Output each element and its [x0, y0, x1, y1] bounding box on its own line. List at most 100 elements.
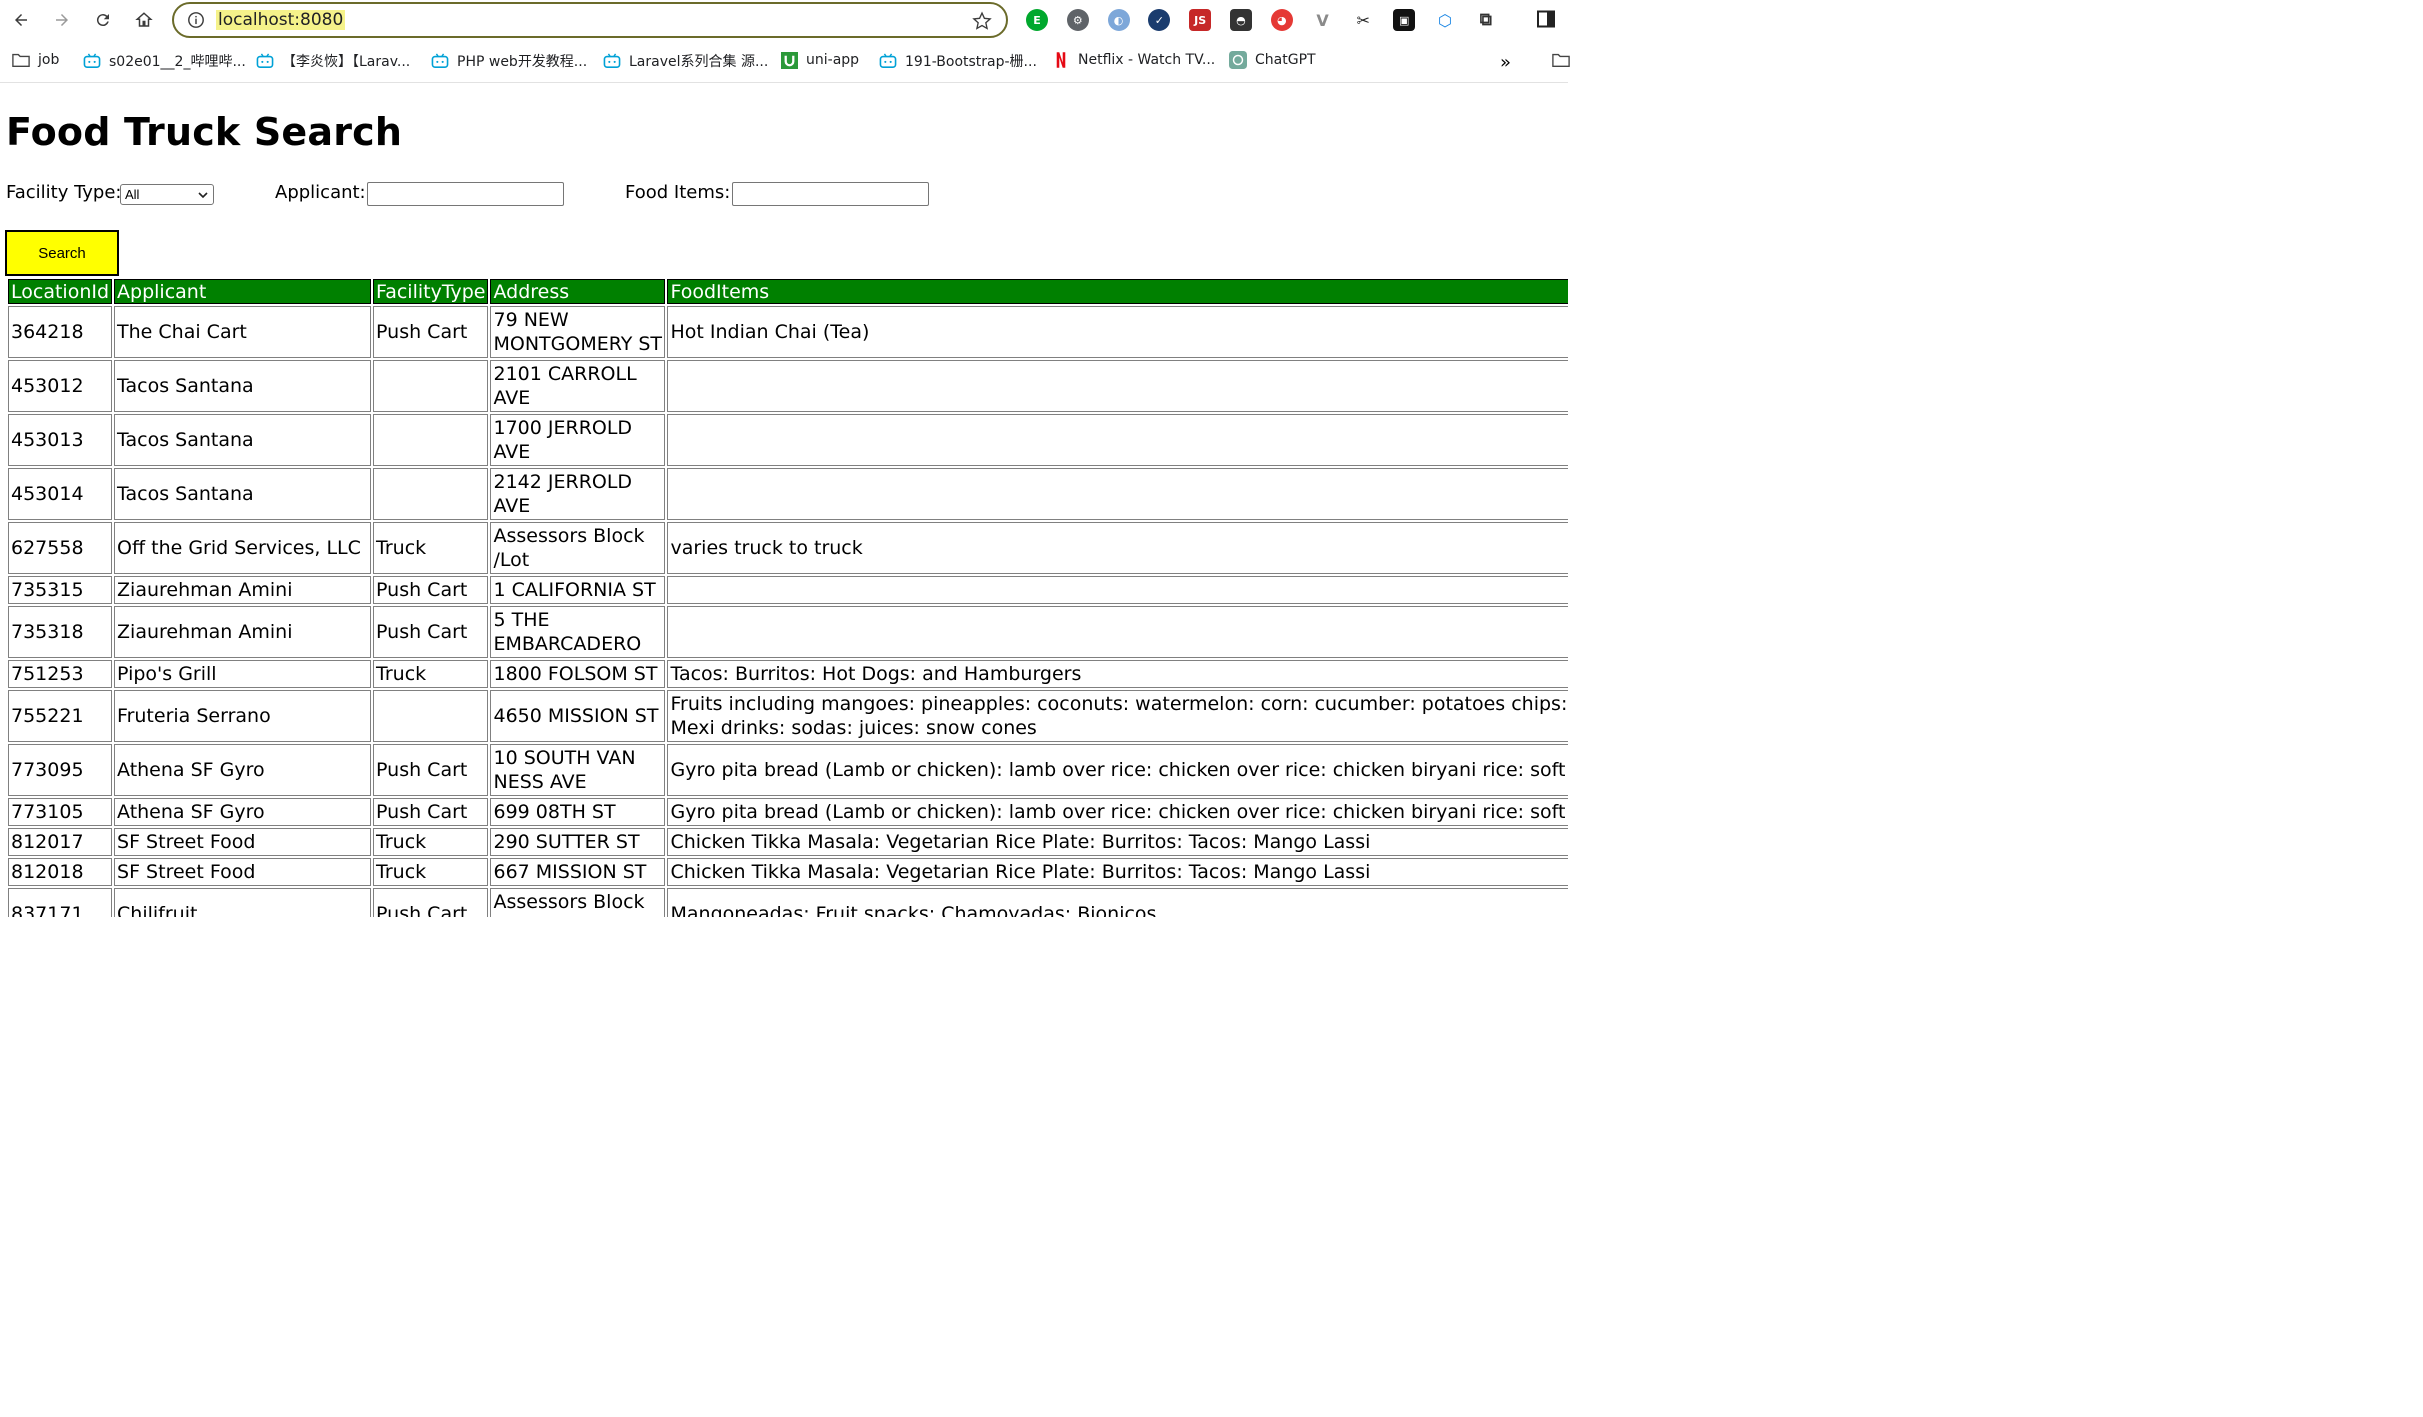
cell-applicant: Fruteria Serrano [114, 690, 372, 742]
facility-type-label: Facility Type: [6, 182, 122, 203]
table-row: 453014 Tacos Santana 2142 JERROLD AVE [8, 468, 1568, 520]
incognito-extension-icon[interactable]: ◓ [1229, 9, 1252, 31]
bilibili-icon [431, 52, 449, 70]
check-extension-icon[interactable]: ✓ [1148, 9, 1171, 31]
cell-locationid: 755221 [8, 690, 113, 742]
cell-address: 79 NEW MONTGOMERY ST [490, 306, 666, 358]
cell-applicant: SF Street Food [114, 828, 372, 856]
table-row: 453013 Tacos Santana 1700 JERROLD AVE [8, 414, 1568, 466]
cell-facilitytype: Push Cart [373, 306, 489, 358]
uniapp-icon [780, 51, 798, 69]
bookmark-chatgpt[interactable]: ChatGPT [1229, 51, 1316, 69]
cell-facilitytype: Push Cart [373, 798, 489, 826]
table-row: 453012 Tacos Santana 2101 CARROLL AVE [8, 360, 1568, 412]
home-button[interactable] [129, 5, 159, 35]
cell-locationid: 453014 [8, 468, 113, 520]
facility-type-select[interactable]: All [120, 184, 214, 205]
tampermonkey-extension-icon[interactable]: ◕ [1270, 9, 1293, 31]
evernote-icon[interactable]: E [1026, 9, 1048, 31]
url-text[interactable]: localhost:8080 [216, 10, 346, 30]
other-bookmarks-folder-icon[interactable] [1552, 52, 1570, 70]
settings-extension-icon[interactable]: ⚙ [1066, 9, 1089, 31]
column-header-locationid: LocationId [8, 279, 113, 304]
cell-fooditems: Mangoneadas: Fruit snacks: Chamoyadas: B… [667, 888, 1568, 917]
cell-locationid: 735318 [8, 606, 113, 658]
table-row: 364218 The Chai Cart Push Cart 79 NEW MONTG… [8, 306, 1568, 358]
folder-icon [12, 51, 30, 69]
address-bar[interactable]: localhost:8080 [172, 2, 1008, 38]
extensions-bar: E ⚙ ◐ ✓ JS ◓ ◕ V ✂ ▣ ⬡ ⧉ [1026, 7, 1516, 33]
extensions-puzzle-icon[interactable]: ⧉ [1474, 9, 1497, 31]
cell-applicant: Tacos Santana [114, 360, 372, 412]
cell-fooditems: Gyro pita bread (Lamb or chicken): lamb … [667, 744, 1568, 796]
cell-facilitytype: Truck [373, 828, 489, 856]
results-table: LocationId Applicant FacilityType Addres… [6, 277, 1568, 917]
table-row: 812017 SF Street Food Truck 290 SUTTER ST Ch… [8, 828, 1568, 856]
reload-icon [96, 14, 109, 27]
bookmark-label: s02e01__2_哔哩哔... [109, 54, 246, 70]
cell-address: Assessors Block /Lot [490, 522, 666, 574]
forward-arrow-icon [56, 14, 68, 26]
column-header-applicant: Applicant [114, 279, 372, 304]
cell-fooditems [667, 468, 1568, 520]
cell-fooditems [667, 414, 1568, 466]
cell-address: 699 08TH ST [490, 798, 666, 826]
bookmark-job[interactable]: job [12, 51, 59, 69]
cell-address: 1700 JERROLD AVE [490, 414, 666, 466]
cell-facilitytype [373, 690, 489, 742]
scissors-extension-icon[interactable]: ✂ [1352, 9, 1375, 31]
bookmark-uni-app[interactable]: uni-app [780, 51, 859, 69]
side-panel-icon[interactable] [1536, 9, 1556, 29]
forward-button[interactable] [47, 5, 77, 35]
tab-extension-icon[interactable]: ▣ [1393, 9, 1416, 31]
bookmark-bilibili-2[interactable]: 【李炎恢】【Larav... [256, 51, 410, 71]
cell-locationid: 364218 [8, 306, 113, 358]
table-row: 837171 Chilifruit Push Cart Assessors Block… [8, 888, 1568, 917]
bookmark-bilibili-3[interactable]: PHP web开发教程... [431, 51, 587, 71]
cell-facilitytype: Push Cart [373, 888, 489, 917]
cell-fooditems [667, 576, 1568, 604]
cell-fooditems: Chicken Tikka Masala: Vegetarian Rice Pl… [667, 858, 1568, 886]
cube-extension-icon[interactable]: ⬡ [1433, 9, 1456, 31]
food-items-input[interactable] [732, 182, 929, 206]
cell-locationid: 453012 [8, 360, 113, 412]
cell-applicant: Athena SF Gyro [114, 798, 372, 826]
cell-facilitytype: Truck [373, 858, 489, 886]
cell-facilitytype [373, 360, 489, 412]
cell-fooditems: Tacos: Burritos: Hot Dogs: and Hamburger… [667, 660, 1568, 688]
bookmarks-bar: job s02e01__2_哔哩哔... 【李炎恢】【Larav... PHP … [0, 40, 1570, 83]
cell-facilitytype: Push Cart [373, 606, 489, 658]
cell-address: 4650 MISSION ST [490, 690, 666, 742]
bookmark-label: Laravel系列合集 源... [629, 54, 769, 70]
table-row: 627558 Off the Grid Services, LLC Truck Ass… [8, 522, 1568, 574]
table-row: 751253 Pipo's Grill Truck 1800 FOLSOM ST Tac… [8, 660, 1568, 688]
applicant-input[interactable] [367, 182, 564, 206]
reload-button[interactable] [88, 5, 118, 35]
js-extension-icon[interactable]: JS [1189, 9, 1212, 31]
search-button[interactable]: Search [5, 230, 119, 276]
column-header-address: Address [490, 279, 666, 304]
results-body: 364218 The Chai Cart Push Cart 79 NEW MONTG… [8, 306, 1568, 917]
bookmarks-overflow-button[interactable]: » [1500, 52, 1511, 73]
bookmark-label: job [38, 52, 60, 68]
netflix-icon [1052, 51, 1070, 69]
vue-devtools-icon[interactable]: V [1311, 9, 1334, 31]
cell-address: Assessors Block /Lot [490, 888, 666, 917]
back-arrow-icon [15, 14, 27, 26]
table-row: 773105 Athena SF Gyro Push Cart 699 08TH ST… [8, 798, 1568, 826]
cell-facilitytype: Push Cart [373, 576, 489, 604]
back-button[interactable] [6, 5, 36, 35]
table-row: 773095 Athena SF Gyro Push Cart 10 SOUTH VA… [8, 744, 1568, 796]
cell-locationid: 751253 [8, 660, 113, 688]
bookmark-netflix[interactable]: Netflix - Watch TV... [1052, 51, 1215, 69]
bookmark-star-icon[interactable] [972, 11, 992, 31]
page-title: Food Truck Search [6, 110, 403, 154]
bookmark-bilibili-4[interactable]: Laravel系列合集 源... [603, 51, 768, 71]
site-info-icon[interactable] [186, 10, 206, 30]
translate-extension-icon[interactable]: ◐ [1107, 9, 1130, 31]
bookmark-bilibili-5[interactable]: 191-Bootstrap-栅... [879, 51, 1037, 71]
cell-fooditems [667, 360, 1568, 412]
cell-locationid: 627558 [8, 522, 113, 574]
bookmark-bilibili-1[interactable]: s02e01__2_哔哩哔... [83, 51, 246, 71]
cell-fooditems: Gyro pita bread (Lamb or chicken): lamb … [667, 798, 1568, 826]
